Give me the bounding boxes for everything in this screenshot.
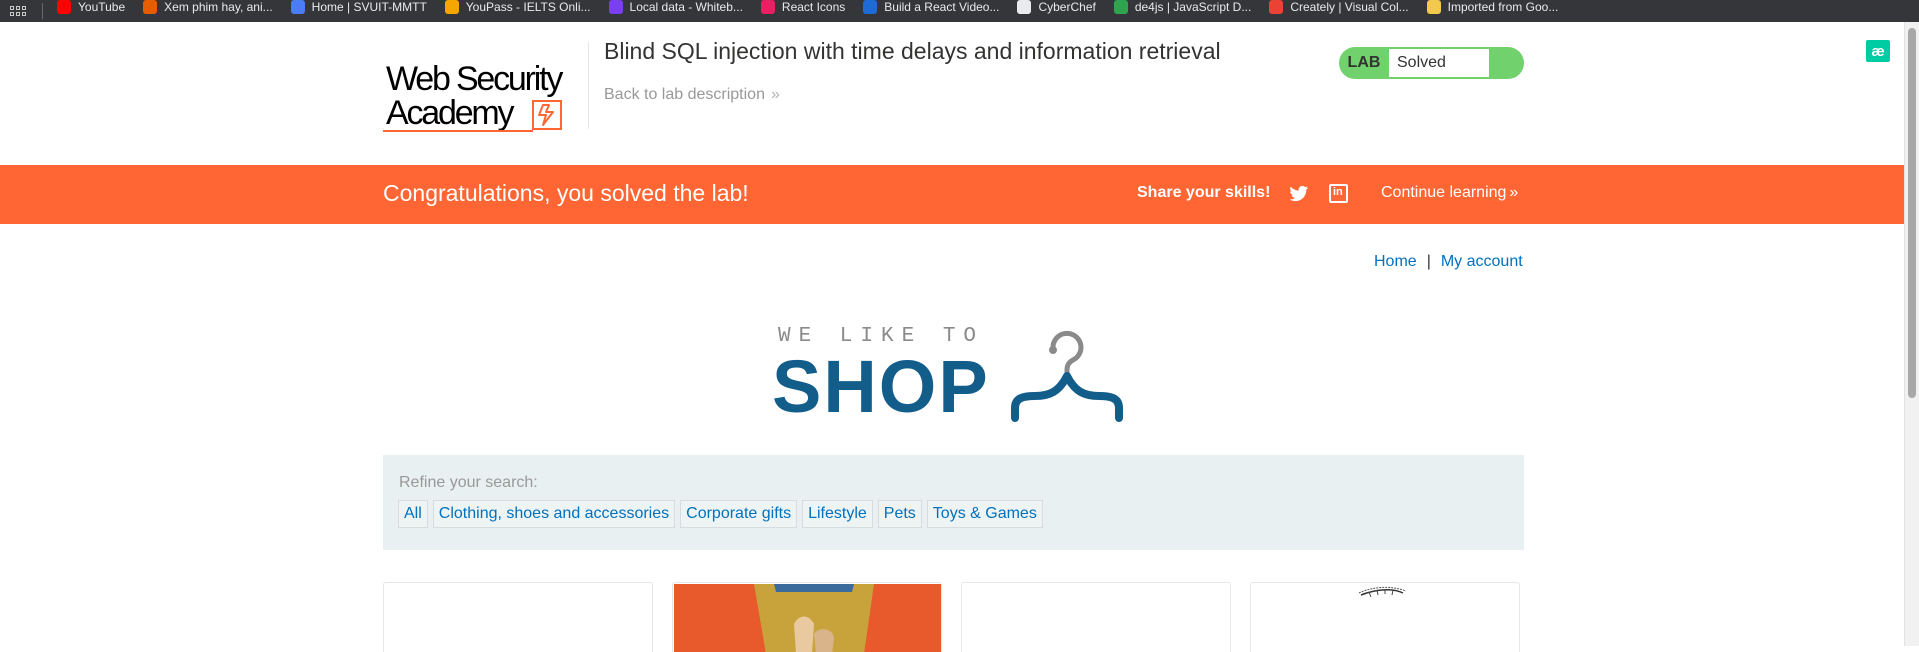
continue-learning-label: Continue learning xyxy=(1381,184,1507,201)
my-account-link[interactable]: My account xyxy=(1441,253,1523,271)
bookmark-list: YouTube Xem phim hay, ani... Home | SVUIT-… xyxy=(57,0,1576,14)
product-card[interactable] xyxy=(383,582,653,652)
logo-text-line2: Academy xyxy=(386,94,515,132)
product-card[interactable] xyxy=(672,582,942,652)
lightning-bolt-icon xyxy=(532,100,562,130)
bookmark-favicon-icon xyxy=(760,0,775,14)
double-chevron-right-icon: » xyxy=(770,86,780,103)
page-scrollbar[interactable] xyxy=(1904,22,1919,646)
filter-category-link[interactable]: Toys & Games xyxy=(926,500,1043,528)
apps-grid-icon[interactable] xyxy=(10,2,28,20)
bookmark-favicon-icon xyxy=(608,0,623,14)
bookmark-favicon-icon xyxy=(444,0,459,14)
bookmark-item[interactable]: React Icons xyxy=(760,0,846,14)
bookmark-label: YouPass - IELTS Onli... xyxy=(465,0,591,14)
bookmark-item[interactable]: CyberChef xyxy=(1017,0,1096,14)
solved-notification-banner: Congratulations, you solved the lab! Sha… xyxy=(0,165,1904,224)
lab-status-badge: LAB Solved xyxy=(1339,47,1524,79)
lab-tag: LAB xyxy=(1347,54,1381,71)
filter-category-link[interactable]: All xyxy=(398,500,428,528)
bookmark-favicon-icon xyxy=(1113,0,1128,14)
top-navigation: Home | My account xyxy=(1374,253,1523,271)
back-to-lab-description-link[interactable]: Back to lab description » xyxy=(604,86,780,104)
lab-header: Web Security Academy Blind SQL injection… xyxy=(0,22,1904,165)
bookmark-label: Home | SVUIT-MMTT xyxy=(311,0,427,14)
bookmark-favicon-icon xyxy=(1426,0,1441,14)
back-link-label: Back to lab description xyxy=(604,86,765,103)
double-chevron-right-icon: » xyxy=(1509,184,1518,201)
bookmark-label: Xem phim hay, ani... xyxy=(164,0,273,14)
bookmark-label: Creately | Visual Col... xyxy=(1290,0,1409,14)
bookmark-item[interactable]: Local data - Whiteb... xyxy=(608,0,743,14)
bookmark-item[interactable]: Xem phim hay, ani... xyxy=(143,0,273,14)
bookmark-item[interactable]: de4js | JavaScript D... xyxy=(1113,0,1252,14)
bookmark-favicon-icon xyxy=(863,0,878,14)
bookmark-label: Build a React Video... xyxy=(884,0,1000,14)
web-security-academy-logo[interactable]: Web Security Academy xyxy=(383,42,583,136)
bookmark-favicon-icon xyxy=(1017,0,1032,14)
filter-list: All Clothing, shoes and accessories Corpor… xyxy=(398,500,1043,528)
nav-separator: | xyxy=(1426,253,1431,270)
bookmark-item[interactable]: Creately | Visual Col... xyxy=(1269,0,1409,14)
bookmark-label: YouTube xyxy=(78,0,126,14)
bookmark-label: Local data - Whiteb... xyxy=(629,0,743,14)
bookmarks-bar: YouTube Xem phim hay, ani... Home | SVUIT-… xyxy=(0,0,1919,22)
scrollbar-thumb[interactable] xyxy=(1908,28,1916,398)
header-divider xyxy=(588,42,589,129)
home-link[interactable]: Home xyxy=(1374,253,1417,271)
bookmarks-separator xyxy=(42,3,43,19)
bookmark-item[interactable]: Build a React Video... xyxy=(863,0,999,14)
linkedin-icon[interactable]: in xyxy=(1329,184,1348,203)
filter-category-link[interactable]: Pets xyxy=(877,500,922,528)
clothes-hanger-icon xyxy=(1011,330,1123,422)
product-image xyxy=(674,584,941,652)
logo-text-line1: Web Security xyxy=(386,60,563,98)
filter-category-link[interactable]: Clothing, shoes and accessories xyxy=(432,500,676,528)
bookmark-item[interactable]: Imported from Goo... xyxy=(1426,0,1559,14)
bookmark-favicon-icon xyxy=(290,0,305,14)
bookmark-item[interactable]: Home | SVUIT-MMTT xyxy=(290,0,427,14)
logo-underline xyxy=(383,130,533,132)
bookmark-item[interactable]: YouPass - IELTS Onli... xyxy=(444,0,591,14)
product-card[interactable] xyxy=(1250,582,1520,652)
search-filters: Refine your search: All Clothing, shoes a… xyxy=(383,455,1524,550)
bookmark-item[interactable]: YouTube xyxy=(57,0,125,14)
filter-category-link[interactable]: Corporate gifts xyxy=(680,500,798,528)
shop-logo: WE LIKE TO SHOP xyxy=(772,322,1135,428)
lab-status-value: Solved xyxy=(1389,49,1489,77)
share-skills-label: Share your skills! xyxy=(1137,184,1271,201)
bookmark-label: React Icons xyxy=(781,0,846,14)
bookmark-label: Imported from Goo... xyxy=(1447,0,1559,14)
refine-search-label: Refine your search: xyxy=(399,474,538,491)
bookmark-label: CyberChef xyxy=(1038,0,1096,14)
bookmark-label: de4js | JavaScript D... xyxy=(1134,0,1252,14)
shop-logo-title: SHOP xyxy=(772,345,990,428)
bookmark-favicon-icon xyxy=(57,0,71,14)
twitter-icon[interactable] xyxy=(1289,185,1309,203)
bookmark-favicon-icon xyxy=(1269,0,1284,14)
ae-extension-icon[interactable]: æ xyxy=(1866,40,1890,62)
product-image xyxy=(1358,586,1407,598)
congratulations-message: Congratulations, you solved the lab! xyxy=(383,180,749,206)
bookmark-favicon-icon xyxy=(143,0,158,14)
product-card[interactable] xyxy=(961,582,1231,652)
continue-learning-link[interactable]: Continue learning » xyxy=(1381,184,1518,202)
filter-category-link[interactable]: Lifestyle xyxy=(802,500,873,528)
lab-title: Blind SQL injection with time delays and… xyxy=(604,38,1221,64)
